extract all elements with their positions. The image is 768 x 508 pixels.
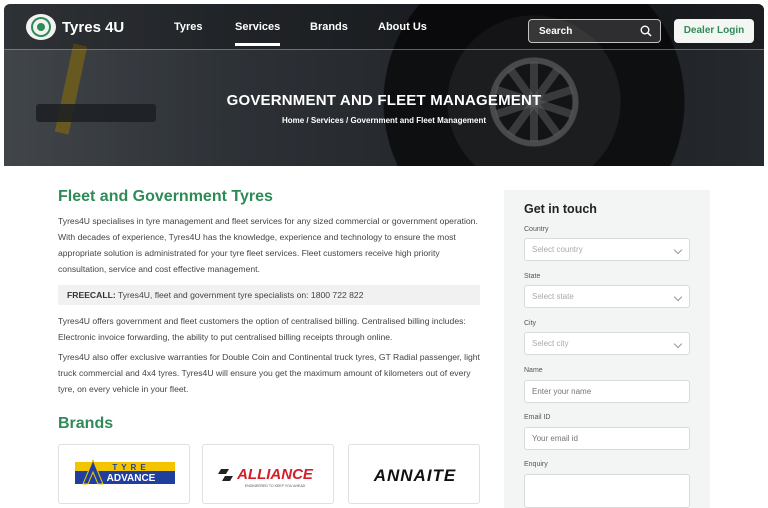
alliance-tagline: ENGINEERED TO KEEP YOU AHEAD [245,484,306,488]
freecall-banner: FREECALL: Tyres4U, fleet and government … [58,285,480,305]
name-label: Name [524,367,543,374]
annaite-brand-name: ANNAITE [373,466,457,485]
nav-tyres[interactable]: Tyres [174,21,203,33]
intro-paragraph: Tyres4U specialises in tyre management a… [58,216,478,274]
state-select-placeholder: Select state [532,292,574,301]
billing-paragraph: Tyres4U offers government and fleet cust… [58,316,466,342]
freecall-label: FREECALL: [67,290,116,300]
brand-card-alliance[interactable]: ALLIANCE ENGINEERED TO KEEP YOU AHEAD [202,444,334,504]
advance-tyre-word: TYRE [112,463,149,472]
page-title: GOVERNMENT AND FLEET MANAGEMENT [226,92,542,109]
dealer-login-button[interactable]: Dealer Login [674,19,754,43]
site-logo[interactable]: Tyres 4U [26,14,124,40]
hero-banner: Tyres 4U Tyres Services Brands About Us … [4,4,764,166]
brands-heading: Brands [58,415,114,432]
alliance-brand-name: ALLIANCE [236,466,314,483]
nav-services[interactable]: Services [235,21,281,46]
chevron-down-icon [673,292,683,302]
breadcrumb[interactable]: Home / Services / Government and Fleet M… [4,116,764,125]
contact-title: Get in touch [524,202,597,216]
city-select-placeholder: Select city [532,339,569,348]
state-select[interactable]: Select state [524,285,690,308]
chevron-down-icon [673,339,683,349]
tyre-logo-icon [26,14,56,40]
search-icon[interactable] [640,25,652,37]
nav-brands[interactable]: Brands [310,21,348,33]
search-input[interactable] [529,20,639,42]
alliance-logo: ALLIANCE ENGINEERED TO KEEP YOU AHEAD [218,466,314,488]
logo-text: Tyres 4U [62,18,125,36]
country-label: Country [524,226,549,233]
annaite-logo: ANNAITE [373,466,457,485]
warranty-paragraph: Tyres4U also offer exclusive warranties … [58,352,480,394]
country-select-placeholder: Select country [532,245,583,254]
city-label: City [524,320,537,327]
advance-logo: TYRE ADVANCE [75,458,175,485]
search-box [528,19,661,43]
brand-card-advance[interactable]: TYRE ADVANCE [58,444,190,504]
chevron-down-icon [673,245,683,255]
advance-brand-name: ADVANCE [107,473,156,484]
city-select[interactable]: Select city [524,332,690,355]
freecall-text: Tyres4U, fleet and government tyre speci… [117,290,364,300]
email-label: Email ID [524,414,551,421]
name-input[interactable] [524,380,690,403]
contact-sidebar: Get in touch Country Select country Stat… [504,190,710,508]
state-label: State [524,273,541,280]
brand-card-annaite[interactable]: ANNAITE [348,444,480,504]
section-heading: Fleet and Government Tyres [58,188,273,205]
enquiry-label: Enquiry [524,461,548,468]
nav-about-us[interactable]: About Us [378,21,427,33]
email-input[interactable] [524,427,690,450]
enquiry-textarea[interactable] [524,474,690,508]
top-navbar: Tyres 4U Tyres Services Brands About Us … [4,4,764,50]
country-select[interactable]: Select country [524,238,690,261]
